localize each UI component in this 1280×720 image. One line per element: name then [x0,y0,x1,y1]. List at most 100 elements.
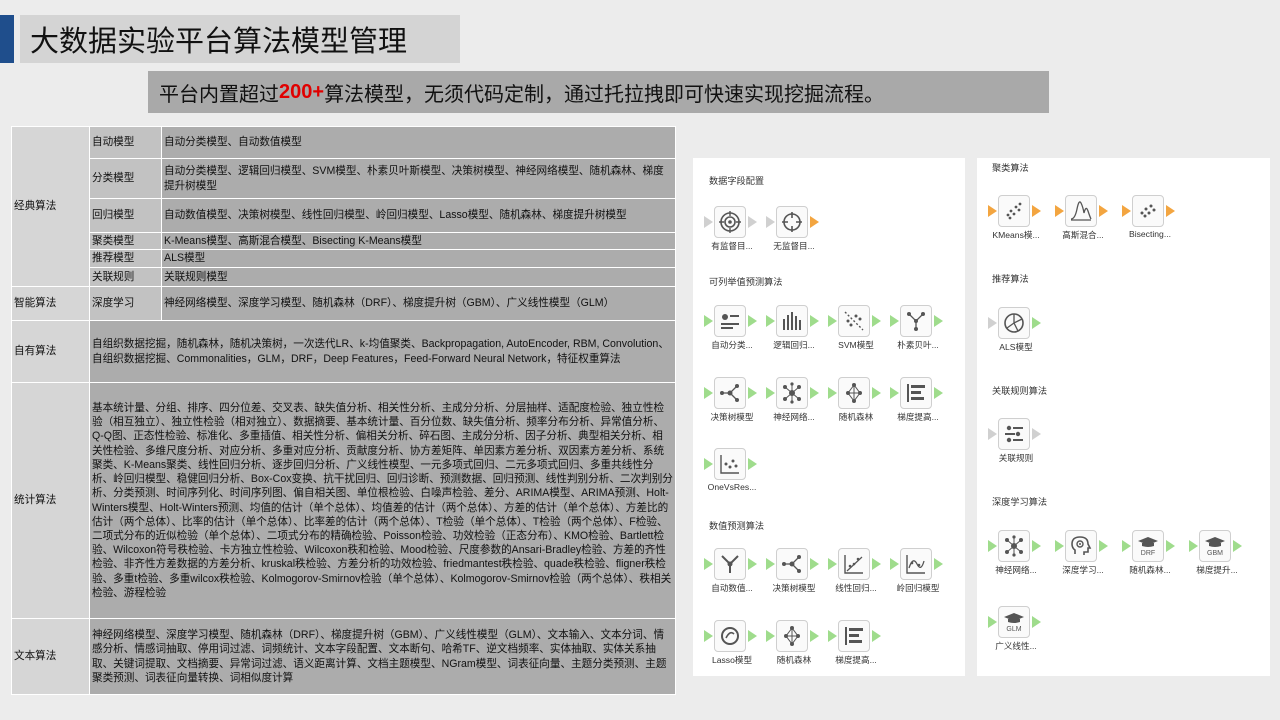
bar-chart-icon [783,312,801,330]
node-naive-bayes[interactable]: 朴素贝叶... [879,301,943,361]
graduation-cap-icon: GBM [1205,537,1225,557]
node-gradient-boosting[interactable]: 梯度提高... [879,373,943,433]
node-svm[interactable]: SVM模型 [817,301,881,361]
description-cell: 自动数值模型、决策树模型、线性回归模型、岭回归模型、Lasso模型、随机森林、梯… [161,198,676,233]
node-label: ALS模型 [999,342,1033,352]
node-neural-network[interactable]: 神经网络... [755,373,819,433]
description-cell: 自动分类模型、逻辑回归模型、SVM模型、朴素贝叶斯模型、决策树模型、神经网络模型… [161,158,676,199]
section-title: 可列举值预测算法 [709,277,783,287]
section-title: 聚类算法 [992,163,1029,173]
node-label: 朴素贝叶... [897,340,939,350]
boosting-icon [845,627,863,645]
node-bisecting-kmeans[interactable]: Bisecting... [1111,191,1175,251]
node-als[interactable]: ALS模型 [977,303,1041,363]
node-label: 无监督目... [773,241,815,251]
target-icon [719,211,741,233]
node-gradient-boosting-numeric[interactable]: 梯度提高... [817,616,881,676]
category-cell: 经典算法 [11,126,90,287]
rules-icon [1005,425,1023,443]
svm-icon [844,311,864,331]
node-random-forest-numeric[interactable]: 随机森林 [755,616,819,676]
node-auto-numeric[interactable]: 自动数值... [693,544,757,604]
node-ridge-regression[interactable]: 岭回归模型 [879,544,943,604]
node-random-forest[interactable]: 随机森林 [817,373,881,433]
node-supervised-target[interactable]: 有监督目... [693,202,757,262]
brain-head-icon [1071,536,1092,555]
section-title: 数据字段配置 [709,176,765,186]
node-label: 梯度提升... [1196,565,1238,575]
node-drf[interactable]: DRF 随机森林... [1111,526,1175,586]
table-row: 统计算法 基本统计量、分组、排序、四分位差、交叉表、缺失值分析、相关性分析、主成… [11,382,676,619]
table-row: 文本算法 神经网络模型、深度学习模型、随机森林（DRF）、梯度提升树（GBM）、… [11,618,676,695]
node-kmeans[interactable]: KMeans模... [977,191,1041,251]
node-label: 岭回归模型 [896,583,940,593]
sub-category-cell: 深度学习 [89,286,162,321]
cluster-icon [1140,204,1156,218]
node-label: OneVsRes... [707,482,757,492]
node-association-rules[interactable]: 关联规则 [977,414,1041,474]
section-title: 深度学习算法 [992,497,1048,507]
category-cell: 自有算法 [11,320,90,383]
algorithm-table: 经典算法 自动模型 自动分类模型、自动数值模型 分类模型 自动分类模型、逻辑回归… [11,126,676,695]
subtitle-box: 平台内置超过 200+ 算法模型，无须代码定制，通过托拉拽即可快速实现挖掘流程。 [148,71,1049,113]
node-label: 广义线性... [995,641,1037,651]
node-linear-regression[interactable]: 线性回归... [817,544,881,604]
category-cell: 智能算法 [11,286,90,321]
section-title: 关联规则算法 [992,386,1048,396]
linear-regression-icon [844,555,863,574]
description-cell: 神经网络模型、深度学习模型、随机森林（DRF）、梯度提升树（GBM）、广义线性模… [161,286,676,321]
node-gaussian-mixture[interactable]: 高斯混合... [1044,191,1108,251]
graduation-cap-icon: GLM [1004,613,1024,633]
sub-category-cell: 分类模型 [89,158,162,199]
sub-category-cell: 自动模型 [89,126,162,159]
page-title: 大数据实验平台算法模型管理 [30,24,408,58]
node-label: 关联规则 [998,453,1034,463]
algorithm-palette-panel-2: 聚类算法 KMeans模... 高斯混合... Bisecting... 推荐算… [977,158,1270,676]
table-row: 回归模型 自动数值模型、决策树模型、线性回归模型、岭回归模型、Lasso模型、随… [12,198,676,233]
forest-icon [784,626,800,646]
title-accent-bar [0,15,14,63]
node-glm[interactable]: GLM 广义线性... [977,602,1041,662]
table-row: 经典算法 自动模型 自动分类模型、自动数值模型 [11,126,676,287]
forest-icon [846,383,862,403]
description-cell: K-Means模型、高斯混合模型、Bisecting K-Means模型 [161,232,676,250]
description-cell: 基本统计量、分组、排序、四分位差、交叉表、缺失值分析、相关性分析、主成分分析、分… [89,382,676,619]
algorithm-palette-panel-1: 数据字段配置 有监督目... 无监督目... 可列举值预测算法 自动分类... … [693,158,965,676]
node-decision-tree-numeric[interactable]: 决策树模型 [755,544,819,604]
node-auto-classify[interactable]: 自动分类... [693,301,757,361]
auto-classify-icon [721,314,739,329]
node-one-vs-rest[interactable]: OneVsRes... [693,444,757,504]
cluster-icon [1006,202,1022,220]
node-decision-tree[interactable]: 决策树模型 [693,373,757,433]
section-title: 数值预测算法 [709,521,765,531]
description-cell: 神经网络模型、深度学习模型、随机森林（DRF）、梯度提升树（GBM）、广义线性模… [89,618,676,695]
page-title-box: 大数据实验平台算法模型管理 [20,15,460,63]
recommend-icon [1004,313,1024,333]
sub-category-cell: 聚类模型 [89,232,162,250]
tree-icon [720,384,739,402]
neural-network-icon [783,382,801,404]
crosshair-icon [782,212,802,232]
neural-network-icon [1005,535,1023,557]
svg-text:GLM: GLM [1006,626,1021,633]
network-icon [907,312,925,331]
category-cell: 统计算法 [11,382,90,619]
node-logistic-regression[interactable]: 逻辑回归... [755,301,819,361]
table-row: 分类模型 自动分类模型、逻辑回归模型、SVM模型、朴素贝叶斯模型、决策树模型、神… [12,158,676,199]
node-deep-learning[interactable]: 深度学习... [1044,526,1108,586]
svg-text:GBM: GBM [1207,550,1223,557]
table-row: 推荐模型 ALS模型 [12,249,676,268]
lasso-icon [721,627,739,645]
gaussian-icon [1070,201,1092,221]
node-lasso[interactable]: Lasso模型 [693,616,757,676]
sub-category-cell: 推荐模型 [89,249,162,268]
node-gbm[interactable]: GBM 梯度提升... [1178,526,1242,586]
node-unsupervised-target[interactable]: 无监督目... [755,202,819,262]
node-deep-neural-network[interactable]: 神经网络... [977,526,1041,586]
funnel-icon [721,555,739,573]
subtitle-post: 算法模型，无须代码定制，通过托拉拽即可快速实现挖掘流程。 [324,81,885,106]
table-row: 聚类模型 K-Means模型、高斯混合模型、Bisecting K-Means模… [12,232,676,250]
table-row: 关联规则 关联规则模型 [12,267,676,287]
subtitle-highlight: 200+ [279,80,325,103]
sub-category-cell: 回归模型 [89,198,162,233]
